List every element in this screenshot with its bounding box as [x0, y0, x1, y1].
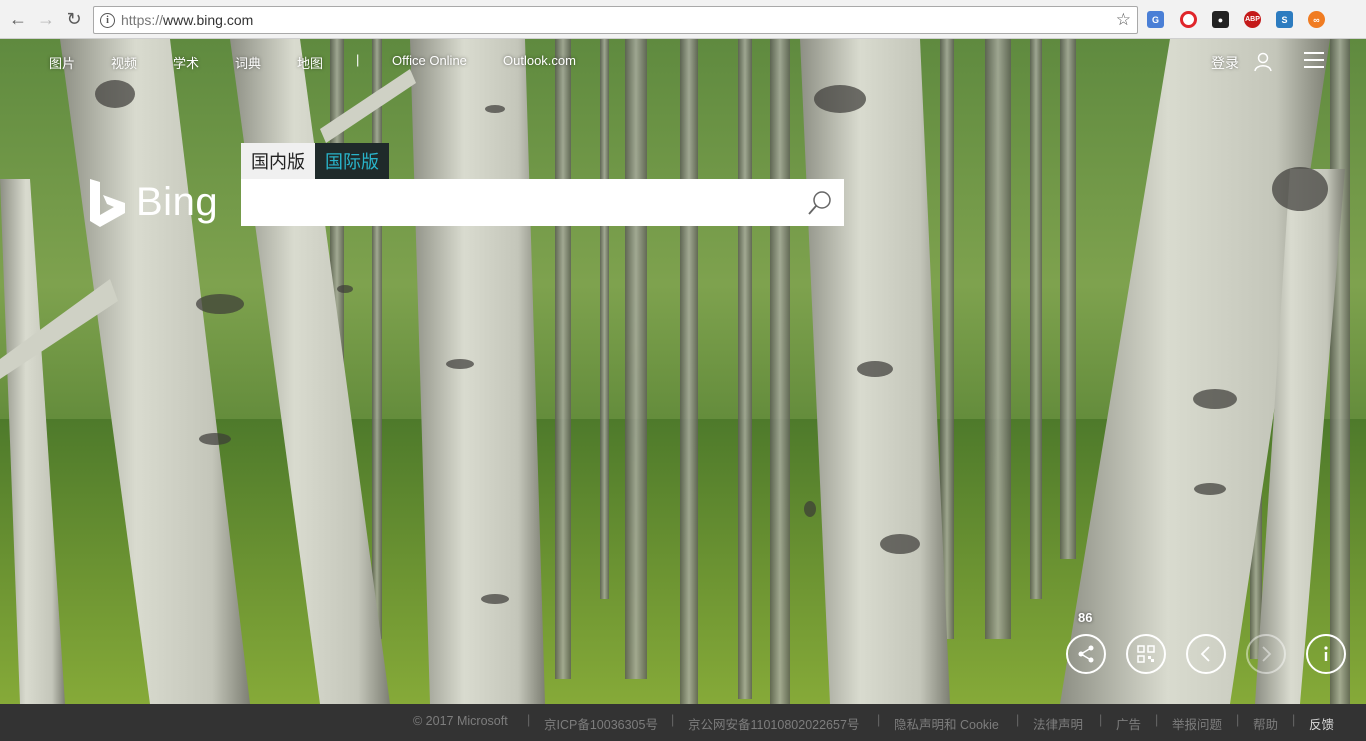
- footer-divider: |: [671, 713, 675, 727]
- footer-icp[interactable]: 京ICP备10036305号: [544, 714, 658, 733]
- footer-help[interactable]: 帮助: [1253, 714, 1278, 733]
- info-button[interactable]: [1306, 634, 1346, 674]
- infinity-extension-icon[interactable]: ∞: [1308, 11, 1325, 28]
- nav-separator: |: [356, 52, 360, 67]
- footer-copyright: © 2017 Microsoft: [413, 714, 508, 728]
- footer-advertising[interactable]: 广告: [1116, 714, 1141, 733]
- footer-divider: |: [877, 713, 881, 727]
- hamburger-menu-icon[interactable]: [1304, 52, 1324, 68]
- nav-academic[interactable]: 学术: [173, 53, 199, 72]
- footer-divider: |: [1155, 713, 1159, 727]
- browser-toolbar: ← → ↻ i https://www.bing.com ☆ G ● ABP S…: [0, 0, 1366, 39]
- address-url[interactable]: https://www.bing.com: [121, 12, 253, 28]
- nav-outlook[interactable]: Outlook.com: [503, 53, 576, 68]
- qr-code-icon: [1137, 645, 1155, 663]
- footer-report[interactable]: 举报问题: [1172, 714, 1222, 733]
- incognito-extension-icon[interactable]: ●: [1212, 11, 1229, 28]
- nav-videos[interactable]: 视频: [111, 53, 137, 72]
- reload-icon[interactable]: ↻: [64, 9, 84, 29]
- bing-homepage: 图片 视频 学术 词典 地图 | Office Online Outlook.c…: [0, 39, 1366, 741]
- info-icon: [1324, 646, 1328, 661]
- chevron-left-icon: [1200, 646, 1210, 662]
- share-icon: [1078, 645, 1094, 663]
- footer-privacy-cookie[interactable]: 隐私声明和 Cookie: [894, 714, 999, 733]
- top-navigation: 图片 视频 学术 词典 地图 | Office Online Outlook.c…: [0, 39, 1366, 83]
- nav-images[interactable]: 图片: [49, 53, 75, 72]
- qr-code-button[interactable]: [1126, 634, 1166, 674]
- forward-arrow-icon[interactable]: →: [36, 9, 56, 29]
- nav-office-online[interactable]: Office Online: [392, 53, 467, 68]
- aspen-forest-illustration: [0, 39, 1366, 741]
- footer-divider: |: [1292, 713, 1296, 727]
- nav-dictionary[interactable]: 词典: [235, 53, 261, 72]
- footer-divider: |: [1016, 713, 1020, 727]
- bookmark-star-icon[interactable]: ☆: [1116, 10, 1131, 30]
- share-button[interactable]: [1066, 634, 1106, 674]
- user-icon[interactable]: [1254, 52, 1272, 72]
- footer-divider: |: [1236, 713, 1240, 727]
- site-info-icon[interactable]: i: [100, 13, 115, 28]
- tab-domestic[interactable]: 国内版: [241, 143, 315, 179]
- chevron-right-icon: [1262, 646, 1272, 662]
- search-icon[interactable]: [806, 189, 834, 217]
- next-image-button[interactable]: [1246, 634, 1286, 674]
- footer-legal[interactable]: 法律声明: [1033, 714, 1083, 733]
- nav-maps[interactable]: 地图: [297, 53, 323, 72]
- adblock-extension-icon[interactable]: ABP: [1244, 11, 1261, 28]
- image-count-badge: 86: [1078, 610, 1093, 625]
- previous-image-button[interactable]: [1186, 634, 1226, 674]
- footer-police-record[interactable]: 京公网安备11010802022657号: [688, 714, 859, 733]
- background-image: [0, 39, 1366, 741]
- bing-logo-text: Bing: [136, 180, 219, 224]
- search-input[interactable]: [241, 179, 801, 226]
- footer-divider: |: [527, 713, 531, 727]
- address-bar[interactable]: i https://www.bing.com ☆: [93, 6, 1138, 34]
- login-link[interactable]: 登录: [1211, 53, 1239, 73]
- url-host: www.bing.com: [163, 12, 254, 28]
- footer-feedback[interactable]: 反馈: [1309, 714, 1334, 733]
- translate-extension-icon[interactable]: G: [1147, 11, 1164, 28]
- tab-international[interactable]: 国际版: [315, 143, 389, 179]
- s-extension-icon[interactable]: S: [1276, 11, 1293, 28]
- url-protocol: https://: [121, 12, 164, 28]
- footer: © 2017 Microsoft | 京ICP备10036305号 | 京公网安…: [0, 704, 1366, 741]
- search-box: [241, 179, 844, 226]
- footer-divider: |: [1099, 713, 1103, 727]
- back-arrow-icon[interactable]: ←: [8, 9, 28, 29]
- opera-extension-icon[interactable]: [1180, 11, 1197, 28]
